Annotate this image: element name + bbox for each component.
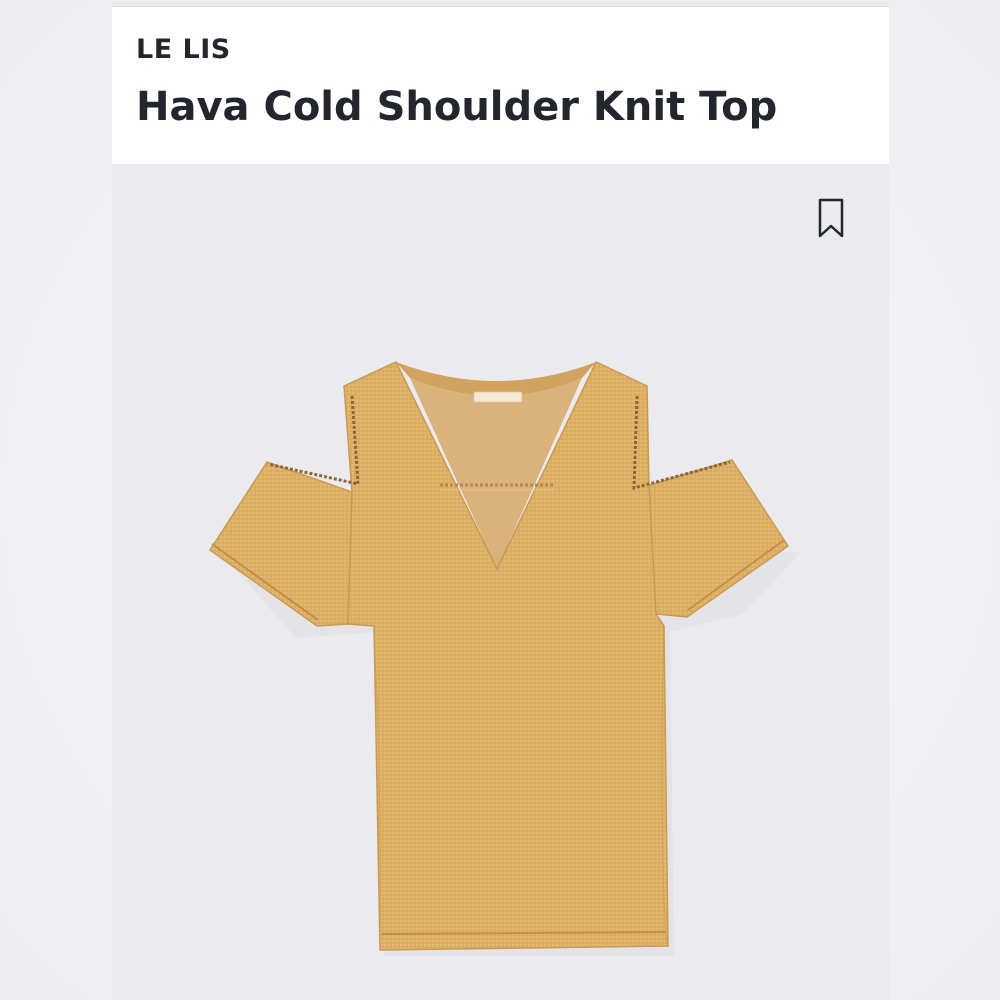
product-image — [208, 361, 801, 956]
bookmark-icon — [818, 198, 844, 238]
bookmark-button[interactable] — [814, 196, 848, 240]
product-card: LE LIS Hava Cold Shoulder Knit Top — [112, 0, 889, 1000]
right-sleeve — [646, 459, 790, 618]
brand-name: LE LIS — [136, 34, 231, 65]
page: LE LIS Hava Cold Shoulder Knit Top — [0, 0, 1000, 1000]
product-image-area — [112, 164, 889, 1000]
product-header: LE LIS Hava Cold Shoulder Knit Top — [112, 6, 889, 165]
product-title: Hava Cold Shoulder Knit Top — [136, 84, 778, 130]
